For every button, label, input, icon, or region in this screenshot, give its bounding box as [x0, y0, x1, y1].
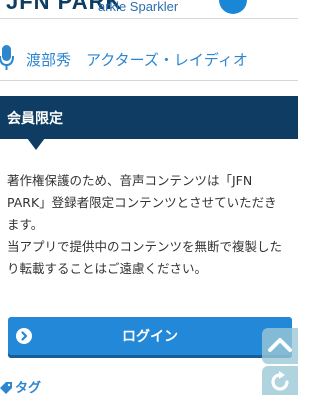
header-badge-icon[interactable]: [219, 0, 247, 14]
scroll-to-top-button[interactable]: [262, 328, 298, 364]
app-header: JFN PARK arkle Sparkler: [0, 0, 298, 18]
notice-line: ます。: [7, 217, 44, 232]
section-title: 会員限定: [7, 111, 63, 127]
tag-icon: [0, 379, 12, 394]
tag-label: タグ: [15, 381, 42, 395]
speaker-row: 渡部秀 アクターズ・レイディオ: [0, 40, 298, 80]
notice-line: 当アプリで提供中のコンテンツを無断で複製した: [7, 239, 283, 254]
login-button[interactable]: ログイン: [8, 317, 292, 355]
refresh-button[interactable]: [262, 366, 298, 395]
microphone-icon: [0, 45, 16, 71]
login-label: ログイン: [122, 329, 178, 345]
refresh-icon: [271, 371, 289, 391]
notice-line: 著作権保護のため、音声コンテンツは「JFN: [7, 173, 253, 188]
copyright-notice: 著作権保護のため、音声コンテンツは「JFN PARK」登録者限定コンテンツとさせ…: [7, 170, 297, 280]
speaker-divider: [0, 80, 298, 81]
speaker-name[interactable]: 渡部秀 アクターズ・レイディオ: [26, 49, 248, 70]
section-notch: [27, 138, 45, 150]
chevron-up-icon: [268, 338, 292, 352]
members-only-section-header: 会員限定: [0, 96, 298, 139]
header-subtitle: arkle Sparkler: [98, 0, 179, 14]
notice-line: PARK」登録者限定コンテンツとさせていただき: [7, 195, 277, 210]
header-divider: [0, 18, 298, 19]
notice-line: り転載することはご遠慮ください。: [7, 261, 208, 276]
tag-heading: タグ: [0, 375, 120, 395]
